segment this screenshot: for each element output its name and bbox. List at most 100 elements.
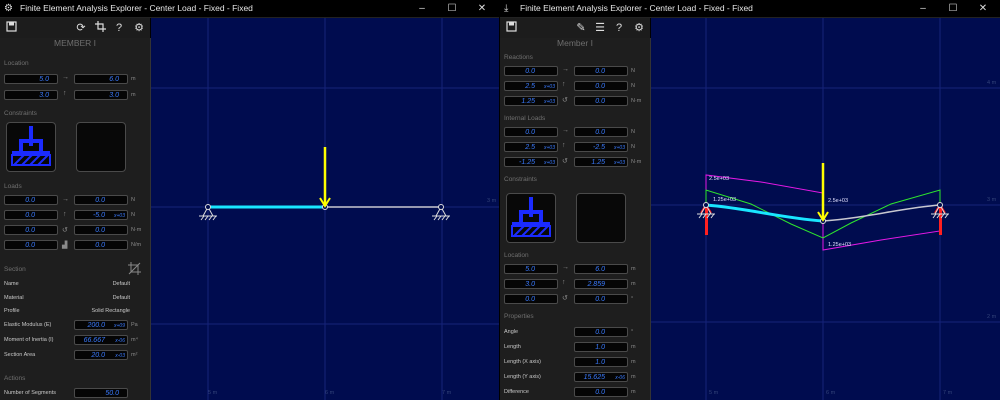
result-end-field-value: 0.0: [595, 98, 605, 105]
checklist-icon[interactable]: ☰: [593, 21, 607, 35]
point-load-arrow[interactable]: [319, 147, 331, 208]
start-constraint-selector[interactable]: [6, 122, 56, 172]
area-field[interactable]: 20.0 x-03: [74, 350, 128, 360]
left-titlebar: ⚙ Finite Element Analysis Explorer - Cen…: [0, 0, 499, 18]
elastic-modulus-field[interactable]: 200.0 x+09: [74, 320, 128, 330]
load-end-field-value: 0.0: [95, 242, 105, 249]
result-start-field-value: 0.0: [525, 129, 535, 136]
close-button[interactable]: ✕: [467, 0, 497, 17]
load-end-field-exponent: x+03: [114, 213, 125, 219]
unit-label: m: [631, 266, 636, 272]
location-start-field[interactable]: 5.0: [504, 264, 558, 274]
crop-icon[interactable]: [93, 21, 107, 35]
end-x-field[interactable]: 6.0: [74, 74, 128, 84]
result-end-field[interactable]: -2.5 x+03: [574, 142, 628, 152]
property-value-field-value: 1.0: [595, 359, 605, 366]
node-1[interactable]: [703, 202, 709, 208]
node-1[interactable]: [205, 204, 211, 210]
loads-section-title: Loads: [4, 183, 22, 190]
start-y-field[interactable]: 3.0: [4, 90, 58, 100]
maximize-button[interactable]: ☐: [938, 0, 968, 17]
minimize-button[interactable]: –: [407, 0, 437, 17]
arrow-right-icon: →: [562, 127, 569, 134]
result-start-field[interactable]: 0.0: [504, 66, 558, 76]
result-end-field-value: 0.0: [595, 68, 605, 75]
unit-label: m²: [131, 352, 138, 358]
location-start-field[interactable]: 0.0: [504, 294, 558, 304]
minimize-button[interactable]: –: [908, 0, 938, 17]
pencil-icon[interactable]: ✎: [574, 21, 588, 35]
maximize-button[interactable]: ☐: [437, 0, 467, 17]
location-start-field-value: 5.0: [525, 266, 535, 273]
help-icon[interactable]: ?: [112, 21, 126, 35]
result-start-field[interactable]: -1.25 x+03: [504, 157, 558, 167]
end-constraint-selector[interactable]: [76, 122, 126, 172]
close-button[interactable]: ✕: [968, 0, 998, 17]
left-drawing-canvas[interactable]: 5 m 6 m 7 m 3 m: [151, 18, 499, 400]
location-start-field[interactable]: 3.0: [504, 279, 558, 289]
property-value-field[interactable]: 15.625 x-06: [574, 372, 628, 382]
unit-label: m: [131, 76, 136, 82]
elastic-modulus-label: Elastic Modulus (E): [4, 322, 52, 328]
save-icon[interactable]: [4, 21, 18, 35]
x-tick-label: 6 m: [325, 390, 335, 396]
load-end-field[interactable]: -5.0 x+03: [74, 210, 128, 220]
load-start-field-value: 0.0: [25, 242, 35, 249]
point-load-arrow[interactable]: [817, 163, 829, 222]
end-y-field[interactable]: 3.0: [74, 90, 128, 100]
save-icon[interactable]: [504, 21, 518, 35]
unit-label: m⁴: [131, 337, 138, 343]
arrow-right-icon: →: [62, 74, 69, 81]
arrow-right-icon: →: [562, 264, 569, 271]
load-end-field[interactable]: 0.0: [74, 225, 128, 235]
moment-value-label: 1.25e+03: [828, 242, 852, 248]
property-value-field[interactable]: 1.0: [574, 357, 628, 367]
result-start-field[interactable]: 2.5 x+03: [504, 81, 558, 91]
result-end-field[interactable]: 0.0: [574, 66, 628, 76]
location-end-field[interactable]: 0.0: [574, 294, 628, 304]
load-start-field[interactable]: 0.0: [4, 225, 58, 235]
property-value-field[interactable]: 1.0: [574, 342, 628, 352]
location-end-field[interactable]: 2.859: [574, 279, 628, 289]
x-tick-label: 6 m: [826, 390, 836, 396]
property-value-field[interactable]: 0.0: [574, 327, 628, 337]
result-end-field[interactable]: 0.0: [574, 96, 628, 106]
node-3[interactable]: [438, 204, 444, 210]
location-end-field[interactable]: 6.0: [574, 264, 628, 274]
location-start-field-value: 0.0: [525, 296, 535, 303]
location-start-field-value: 3.0: [525, 281, 535, 288]
load-end-field[interactable]: 0.0: [74, 195, 128, 205]
refresh-icon[interactable]: ⟳: [74, 21, 88, 35]
settings-icon[interactable]: ⚙: [132, 21, 146, 35]
right-drawing-canvas[interactable]: 2.5e+03 1.25e+03 2.5e+03 1.25e+03 4 m 3 …: [651, 18, 1000, 400]
load-start-field[interactable]: 0.0: [4, 195, 58, 205]
load-start-field[interactable]: 0.0: [4, 240, 58, 250]
settings-icon[interactable]: ⚙: [632, 21, 646, 35]
node-3[interactable]: [937, 202, 943, 208]
shear-value-label: 2.5e+03: [709, 176, 730, 182]
result-end-field[interactable]: 0.0: [574, 127, 628, 137]
inertia-field[interactable]: 66.667 x-06: [74, 335, 128, 345]
result-end-field[interactable]: 0.0: [574, 81, 628, 91]
crop-icon[interactable]: [128, 262, 141, 277]
result-start-field[interactable]: 1.25 x+03: [504, 96, 558, 106]
load-start-field[interactable]: 0.0: [4, 210, 58, 220]
result-start-field[interactable]: 0.0: [504, 127, 558, 137]
deflected-shape[interactable]: [822, 204, 941, 222]
name-value: Default: [112, 281, 130, 287]
segments-field[interactable]: 50.0: [74, 388, 128, 398]
help-icon[interactable]: ?: [612, 21, 626, 35]
rotate-icon: ↺: [62, 227, 68, 234]
result-start-field[interactable]: 2.5 x+03: [504, 142, 558, 152]
property-label: Angle: [504, 329, 519, 335]
y-tick-label: 4 m: [987, 80, 997, 86]
constraints-section-title: Constraints: [4, 110, 37, 117]
material-label: Material: [4, 295, 24, 301]
unit-label: Pa: [131, 322, 138, 328]
start-x-field[interactable]: 5.0: [4, 74, 58, 84]
load-end-field[interactable]: 0.0: [74, 240, 128, 250]
deflected-shape-selected[interactable]: [705, 203, 824, 223]
property-label: Difference: [504, 389, 529, 395]
property-value-field[interactable]: 0.0: [574, 387, 628, 397]
result-end-field[interactable]: 1.25 x+03: [574, 157, 628, 167]
